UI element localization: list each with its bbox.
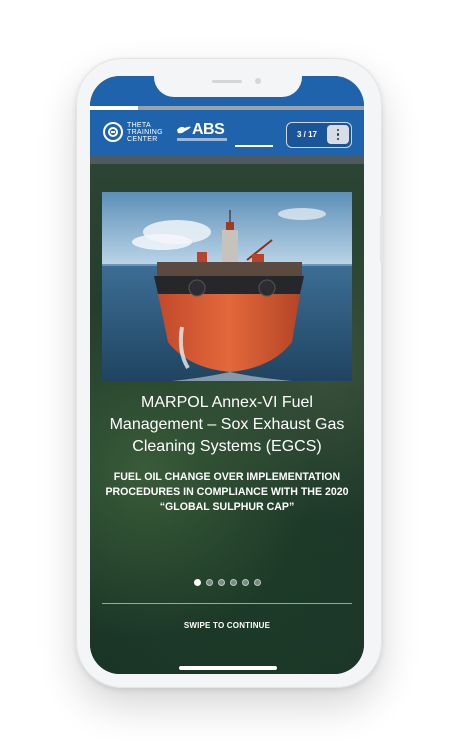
more-vertical-icon (337, 129, 340, 132)
side-button (380, 215, 383, 263)
page-counter[interactable]: 3 / 17 (287, 123, 327, 146)
logo-line: TRAINING (127, 129, 163, 136)
pagination-dot[interactable] (241, 579, 249, 586)
progress-fill (90, 106, 139, 110)
abs-logo: ABS (192, 121, 225, 138)
logo-line: CENTER (127, 136, 158, 143)
nav-indicator (235, 145, 273, 147)
theta-training-center-logo: THETA TRAINING CENTER (127, 122, 163, 143)
header-separator (90, 156, 364, 164)
pagination-dot[interactable] (205, 579, 213, 586)
swipe-to-continue[interactable]: SWIPE TO CONTINUE (90, 621, 364, 630)
pagination-dot[interactable] (217, 579, 225, 586)
slide-subtitle: FUEL OIL CHANGE OVER IMPLEMENTATION PROC… (105, 471, 349, 513)
divider (102, 603, 352, 604)
abs-tagline (177, 138, 227, 141)
phone-notch (154, 64, 302, 97)
app-screen: THETA TRAINING CENTER ABS 3 / 17 MARPOL … (90, 76, 364, 674)
more-vertical-icon (337, 133, 340, 136)
abs-eagle-icon (177, 126, 191, 134)
progress-bar (90, 106, 364, 110)
speaker-icon (212, 80, 242, 83)
more-vertical-icon (337, 137, 340, 141)
tanker-ship-photo (102, 192, 352, 381)
pagination-dot[interactable] (193, 579, 201, 586)
pagination-dot[interactable] (253, 579, 261, 586)
logo-line: THETA (127, 122, 151, 129)
camera-icon (255, 78, 261, 84)
home-indicator[interactable] (179, 666, 277, 670)
pagination-dot[interactable] (229, 579, 237, 586)
slide-image (102, 192, 352, 381)
slide-title: MARPOL Annex-VI Fuel Management – Sox Ex… (109, 394, 345, 455)
more-menu-button[interactable] (327, 125, 349, 144)
theta-logo-icon (103, 122, 123, 142)
pagination-dots (90, 579, 364, 586)
page-control: 3 / 17 (286, 122, 352, 148)
